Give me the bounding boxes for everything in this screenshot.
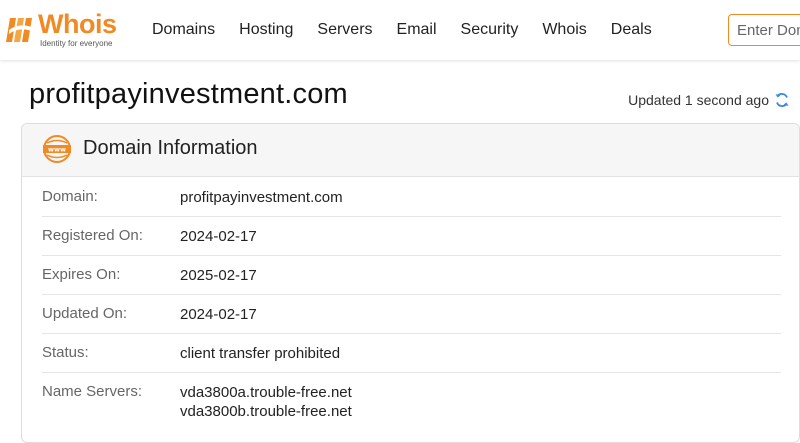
logo-wordmark: Whois — [38, 9, 117, 39]
row-domain: Domain: profitpayinvestment.com — [42, 178, 781, 217]
www-globe-icon: www — [43, 135, 71, 163]
row-label: Status: — [42, 344, 89, 361]
row-label: Updated On: — [42, 305, 128, 322]
row-value: 2024-02-17 — [180, 306, 257, 323]
updated-status: Updated 1 second ago — [628, 92, 790, 108]
domain-search-input[interactable] — [728, 14, 800, 46]
row-registered-on: Registered On: 2024-02-17 — [42, 217, 781, 256]
card-title: Domain Information — [83, 137, 258, 159]
name-server-2: vda3800b.trouble-free.net — [180, 403, 352, 420]
whois-logo-icon — [6, 18, 34, 42]
updated-text: Updated 1 second ago — [628, 92, 769, 108]
name-server-1: vda3800a.trouble-free.net — [180, 384, 352, 401]
nav-hosting[interactable]: Hosting — [227, 0, 305, 60]
main-nav: Domains Hosting Servers Email Security W… — [140, 0, 664, 60]
nav-servers[interactable]: Servers — [305, 0, 384, 60]
svg-text:www: www — [48, 146, 66, 154]
nav-security[interactable]: Security — [449, 0, 531, 60]
row-updated-on: Updated On: 2024-02-17 — [42, 295, 781, 334]
nav-domains[interactable]: Domains — [140, 0, 227, 60]
row-label: Registered On: — [42, 227, 143, 244]
row-expires-on: Expires On: 2025-02-17 — [42, 256, 781, 295]
row-status: Status: client transfer prohibited — [42, 334, 781, 373]
nav-whois[interactable]: Whois — [530, 0, 598, 60]
nav-deals[interactable]: Deals — [599, 0, 664, 60]
row-value: 2024-02-17 — [180, 228, 257, 245]
card-header: www Domain Information — [22, 124, 799, 177]
whois-logo[interactable]: Whois Identity for everyone — [6, 8, 132, 52]
row-name-servers: Name Servers: vda3800a.trouble-free.net … — [42, 373, 781, 433]
row-label: Expires On: — [42, 266, 121, 283]
row-value: vda3800a.trouble-free.net vda3800b.troub… — [180, 383, 352, 421]
refresh-icon[interactable] — [774, 92, 790, 108]
logo-tagline: Identity for everyone — [40, 39, 113, 48]
site-header: Whois Identity for everyone Domains Host… — [0, 0, 800, 60]
row-label: Domain: — [42, 188, 98, 205]
domain-info-rows: Domain: profitpayinvestment.com Register… — [42, 178, 781, 433]
page-title: profitpayinvestment.com — [29, 78, 348, 110]
domain-info-card: www Domain Information Domain: profitpay… — [21, 123, 800, 443]
nav-email[interactable]: Email — [385, 0, 449, 60]
row-label: Name Servers: — [42, 383, 143, 400]
row-value: profitpayinvestment.com — [180, 189, 343, 206]
row-value: client transfer prohibited — [180, 345, 341, 362]
row-value: 2025-02-17 — [180, 267, 257, 284]
